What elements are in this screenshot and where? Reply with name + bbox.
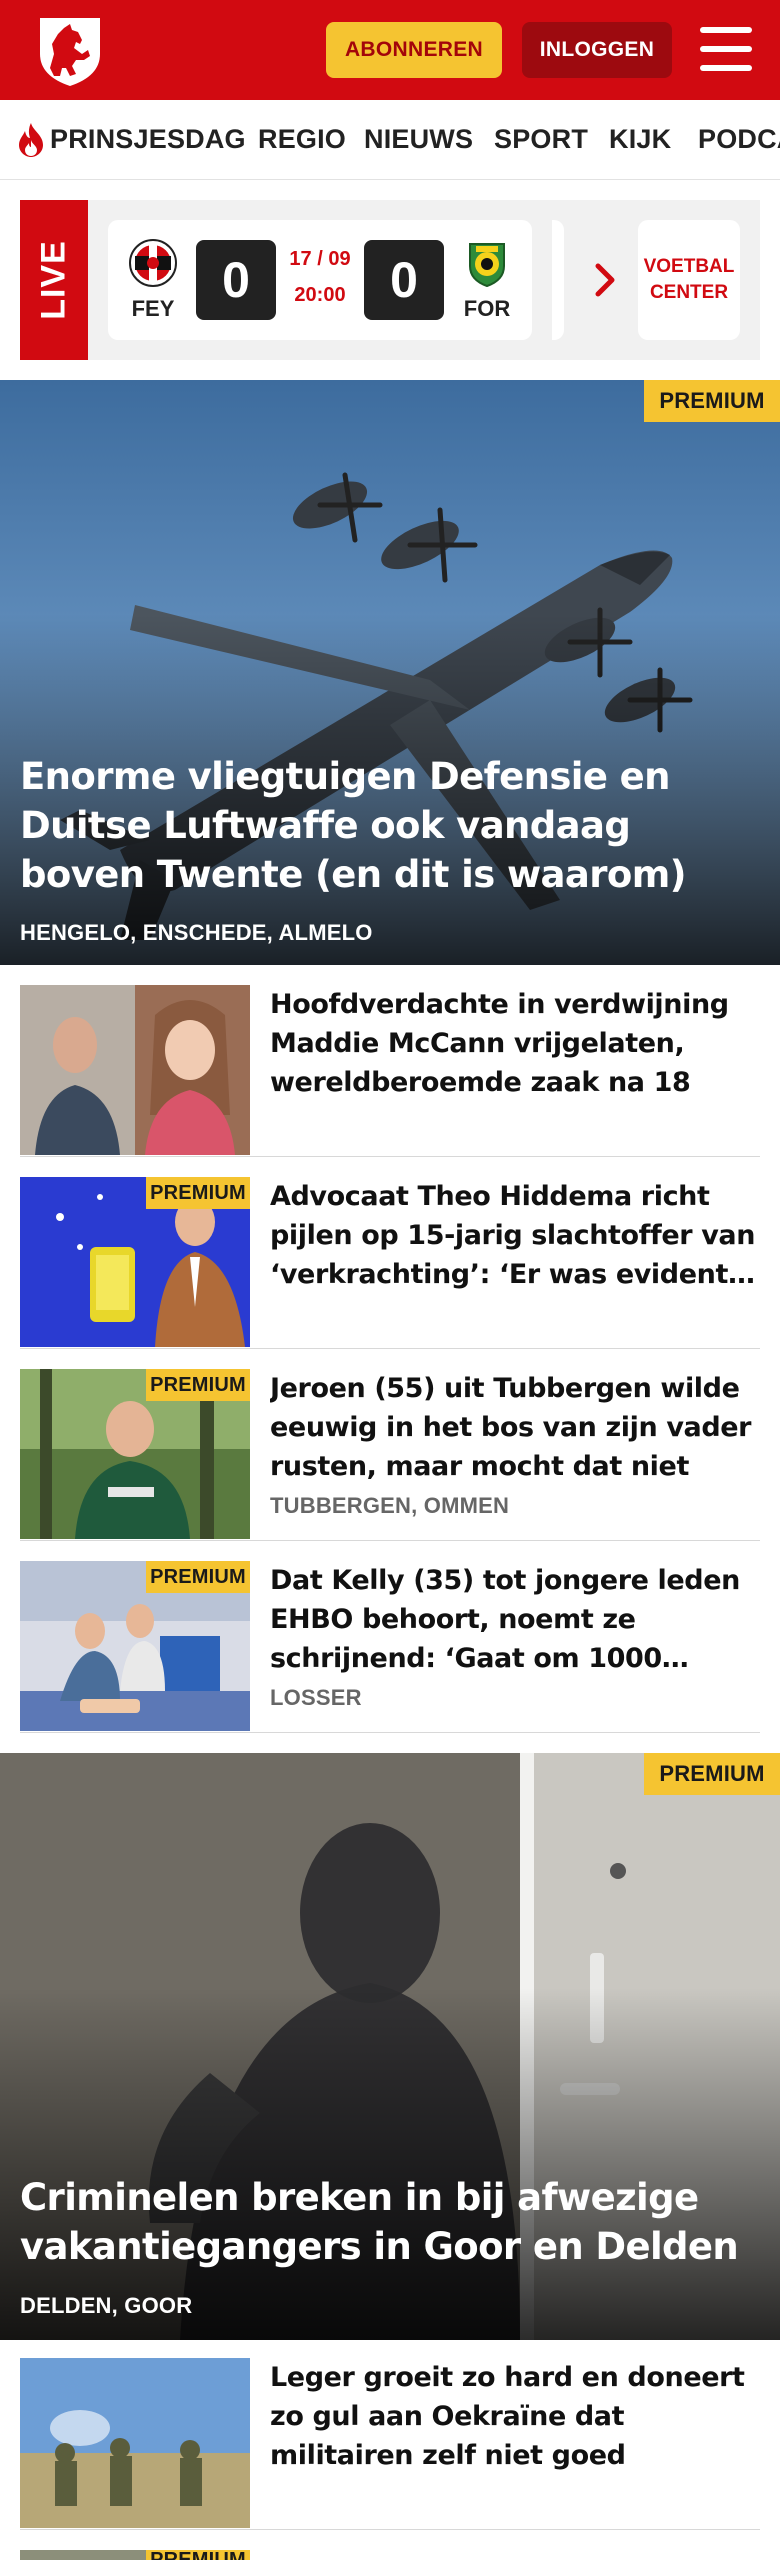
flame-icon: [19, 123, 43, 157]
article-thumbnail: PREMIUM: [20, 2550, 250, 2560]
away-score: 0: [364, 240, 444, 320]
article-title[interactable]: Leger groeit zo hard en doneert zo gul a…: [270, 2358, 760, 2475]
hero-gradient: [0, 1987, 780, 2340]
article-thumbnail: PREMIUM: [20, 1177, 250, 1347]
list-item[interactable]: PREMIUM Advocaat Theo Hiddema richt pijl…: [20, 1157, 760, 1349]
feyenoord-badge-icon: [129, 239, 177, 287]
hero-title[interactable]: Enorme vliegtuigen Defensie en Duitse Lu…: [20, 752, 760, 899]
premium-badge: PREMIUM: [146, 1369, 250, 1401]
home-team-name: FEY: [131, 296, 175, 321]
article-thumbnail: PREMIUM: [20, 1561, 250, 1731]
hero-location: HENGELO, ENSCHEDE, ALMELO: [20, 920, 373, 945]
list-item[interactable]: PREMIUM Dat Kelly (35) tot jongere leden…: [20, 1541, 760, 1733]
list-item[interactable]: Leger groeit zo hard en doneert zo gul a…: [20, 2338, 760, 2530]
list-item[interactable]: Hoofdverdachte in verdwijning Maddie McC…: [20, 965, 760, 1157]
premium-badge: PREMIUM: [146, 2550, 250, 2560]
voetbal-center-button[interactable]: VOETBAL CENTER: [638, 220, 740, 340]
nav-item-nieuws[interactable]: NIEUWS: [364, 124, 473, 155]
live-scores-bar: LIVE FEY 0 17 / 09 20:00 0 FOR VOETBAL C…: [20, 200, 760, 360]
premium-badge: PREMIUM: [644, 1753, 780, 1795]
voetbal-center-label: VOETBAL CENTER: [643, 256, 735, 303]
article-title[interactable]: Hoofdverdachte in verdwijning Maddie McC…: [270, 985, 760, 1102]
article-location: LOSSER: [270, 1685, 362, 1710]
article-title[interactable]: Advocaat Theo Hiddema richt pijlen op 15…: [270, 1177, 760, 1294]
article-thumbnail: [20, 2358, 250, 2528]
login-button[interactable]: INLOGGEN: [522, 22, 672, 78]
menu-icon[interactable]: [700, 27, 752, 71]
nav-item-podcast[interactable]: PODCAST: [698, 124, 780, 155]
hero-article-2[interactable]: PREMIUM Criminelen breken in bij afwezig…: [0, 1753, 780, 2340]
list-item[interactable]: PREMIUM Jeroen (55) uit Tubbergen wilde …: [20, 1349, 760, 1541]
tubantia-horse-logo[interactable]: [30, 10, 110, 90]
nav-item-regio[interactable]: REGIO: [258, 124, 346, 155]
site-header: ABONNEREN INLOGGEN: [0, 0, 780, 100]
next-match-card-edge[interactable]: [552, 220, 564, 340]
article-title[interactable]: Dat Kelly (35) tot jongere leden EHBO be…: [270, 1561, 760, 1678]
premium-badge: PREMIUM: [644, 380, 780, 422]
away-team-name: FOR: [463, 296, 511, 321]
premium-badge: PREMIUM: [146, 1177, 250, 1209]
nav-item-prinsjesdag[interactable]: PRINSJESDAG: [50, 124, 246, 155]
premium-badge: PREMIUM: [146, 1561, 250, 1593]
live-label: LIVE: [34, 240, 73, 320]
article-title[interactable]: Jeroen (55) uit Tubbergen wilde eeuwig i…: [270, 1369, 760, 1486]
hero-article-1[interactable]: PREMIUM Enorme vliegtuigen Defensie en D…: [0, 380, 780, 965]
hero-location: DELDEN, GOOR: [20, 2293, 193, 2318]
fortuna-badge-icon: [469, 243, 505, 288]
hero-title[interactable]: Criminelen breken in bij afwezige vakant…: [20, 2173, 760, 2271]
subscribe-button[interactable]: ABONNEREN: [326, 22, 502, 78]
section-nav: PRINSJESDAG REGIO NIEUWS SPORT KIJK PODC…: [0, 100, 780, 180]
nav-item-sport[interactable]: SPORT: [494, 124, 588, 155]
match-time: 20:00: [294, 284, 346, 306]
home-score: 0: [196, 240, 276, 320]
match-date: 17 / 09: [289, 248, 351, 270]
list-item[interactable]: PREMIUM: [20, 2530, 760, 2560]
match-card[interactable]: FEY 0 17 / 09 20:00 0 FOR: [108, 220, 532, 340]
article-title[interactable]: [270, 2550, 760, 2560]
live-tag: LIVE: [20, 200, 88, 360]
article-location: TUBBERGEN, OMMEN: [270, 1493, 510, 1518]
nav-item-kijk[interactable]: KIJK: [609, 124, 671, 155]
article-thumbnail: PREMIUM: [20, 1369, 250, 1539]
chevron-right-icon[interactable]: [590, 262, 620, 298]
article-thumbnail: [20, 985, 250, 1155]
